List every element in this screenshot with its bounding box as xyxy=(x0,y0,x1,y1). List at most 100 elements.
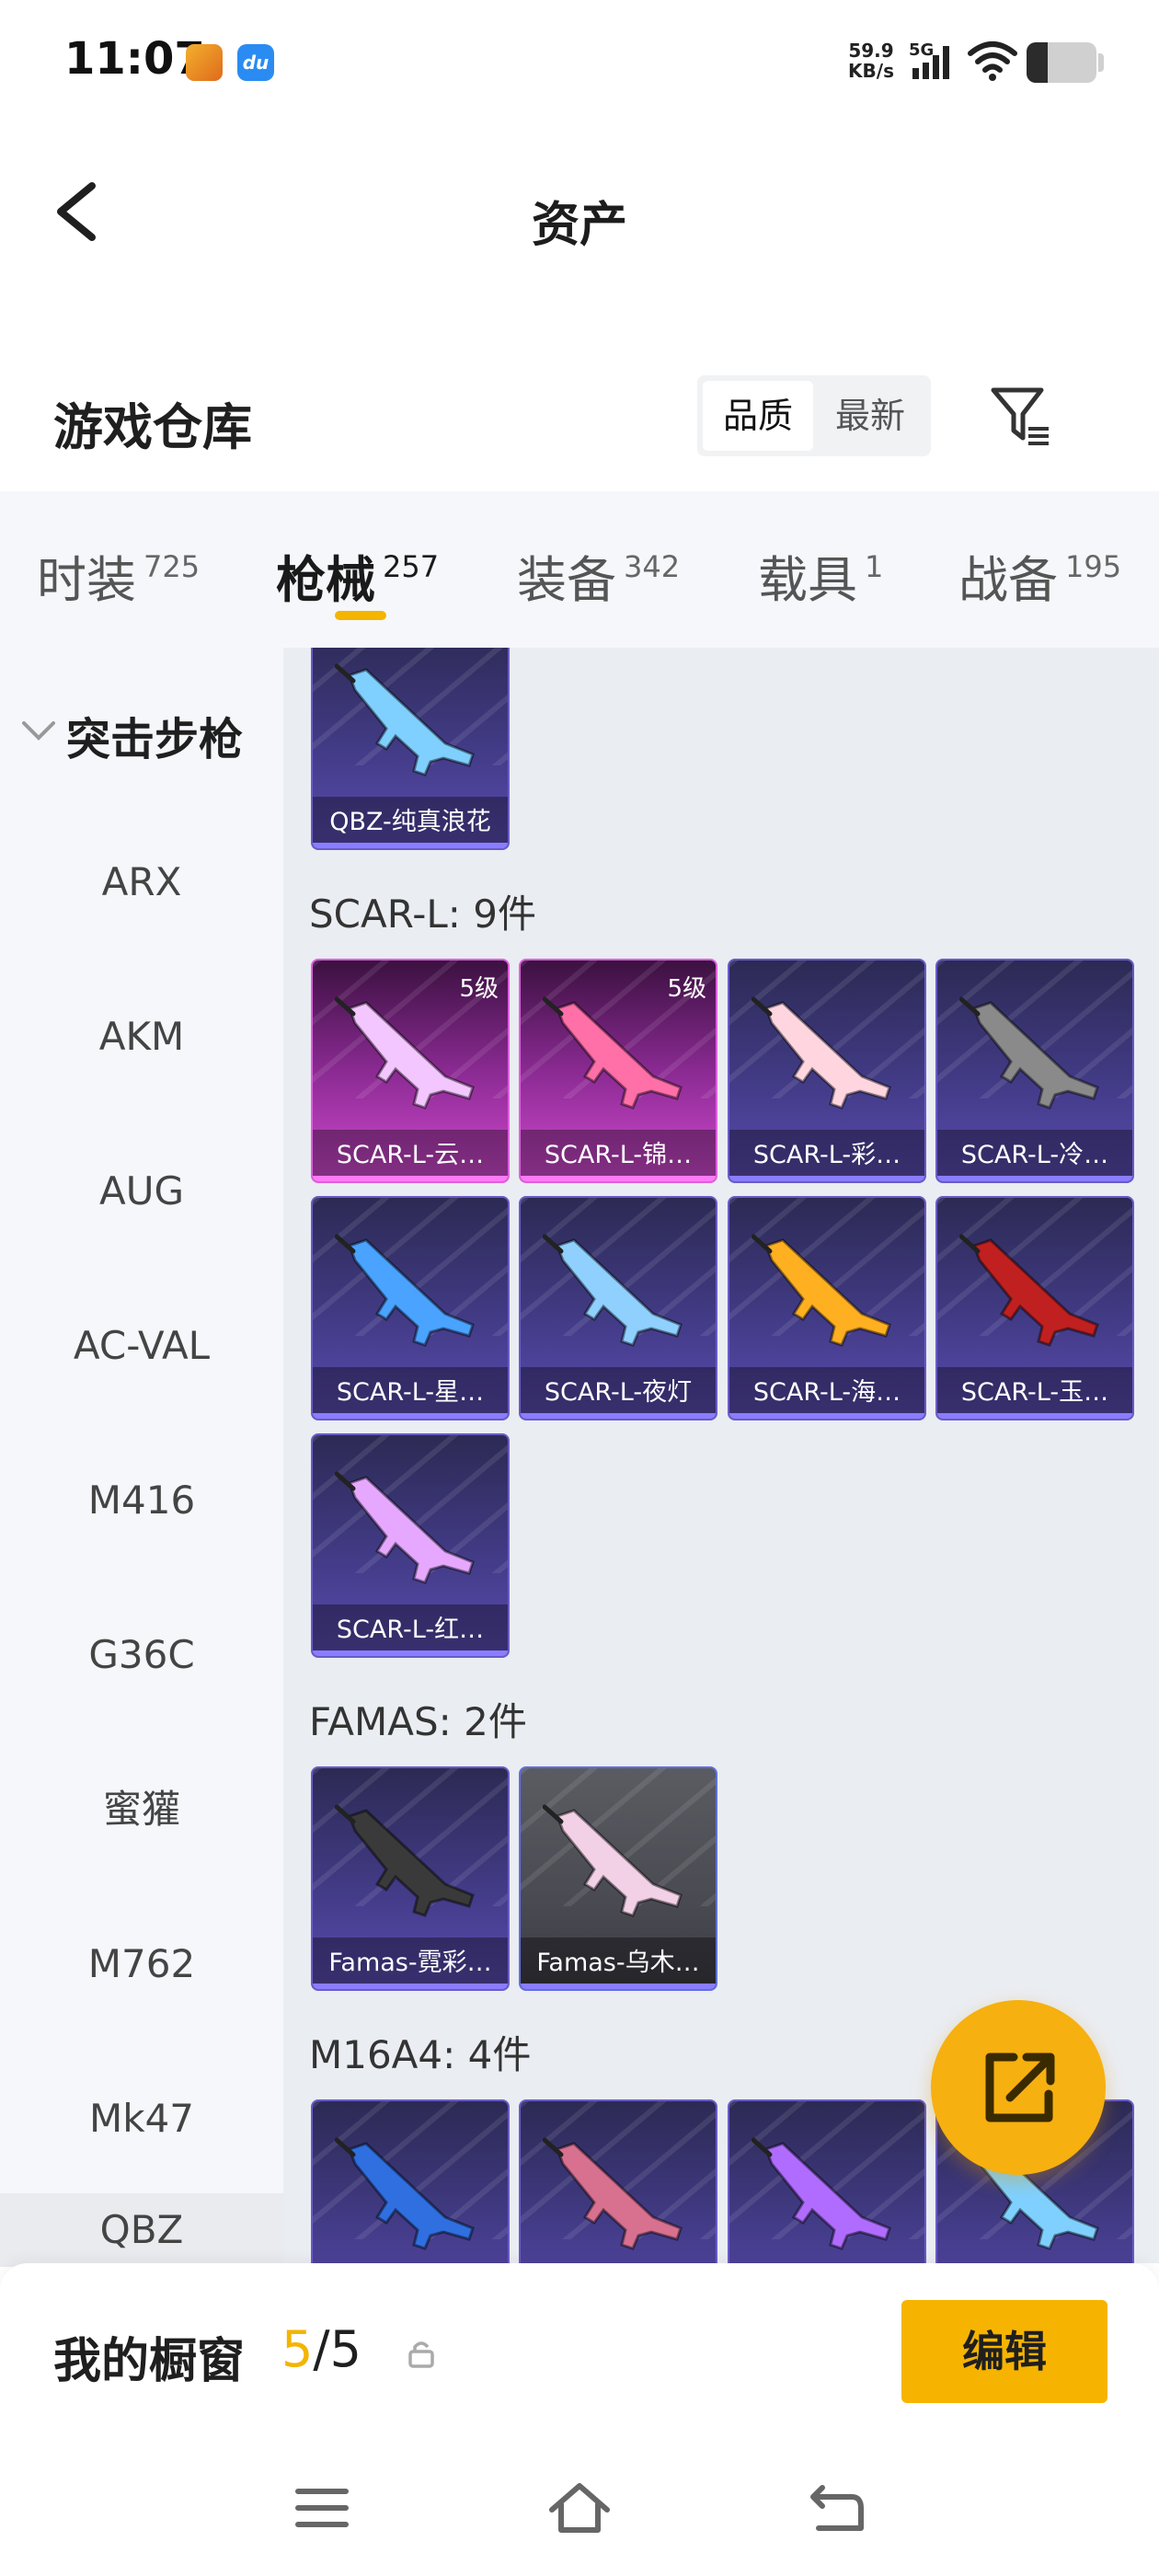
rarity-bar xyxy=(521,1413,716,1419)
tab-vehicles[interactable]: 载具 1 xyxy=(758,539,883,612)
sidebar-group-label: 突击步枪 xyxy=(66,714,244,765)
tab-supplies[interactable]: 战备 195 xyxy=(958,539,1121,612)
sidebar-item-akm[interactable]: AKM xyxy=(0,1000,283,1074)
sidebar-item-m416[interactable]: M416 xyxy=(0,1464,283,1537)
weapon-skin-card[interactable]: Famas-霓彩… xyxy=(311,1766,510,1991)
weapon-skin-card[interactable]: SCAR-L-夜灯 xyxy=(519,1196,717,1420)
edit-showcase-button[interactable]: 编辑 xyxy=(901,2300,1107,2403)
rarity-bar xyxy=(937,1413,1132,1419)
tab-count: 1 xyxy=(865,549,884,584)
weapon-skin-card[interactable]: SCAR-L-玉… xyxy=(935,1196,1134,1420)
home-button[interactable] xyxy=(543,2471,616,2545)
weapon-skin-card[interactable] xyxy=(311,2099,510,2263)
status-time: 11:07 xyxy=(64,33,205,85)
tab-label: 枪械 xyxy=(276,551,375,609)
rarity-bar xyxy=(729,1413,924,1419)
weapon-skin-card[interactable]: QBZ-纯真浪花 xyxy=(311,648,510,850)
tab-count: 257 xyxy=(383,549,440,584)
rifle-icon xyxy=(752,996,891,1110)
weapon-skin-card[interactable]: SCAR-L-彩… xyxy=(728,959,926,1183)
back-nav-button[interactable] xyxy=(800,2471,874,2545)
chevron-down-icon xyxy=(22,721,55,741)
rifle-icon xyxy=(335,1234,475,1347)
skin-name: SCAR-L-星… xyxy=(313,1367,508,1419)
tab-count: 342 xyxy=(624,549,681,584)
showcase-bar: 我的橱窗 5/5 编辑 xyxy=(0,2263,1159,2438)
sidebar-group-assault-rifles[interactable]: 突击步枪 xyxy=(0,694,283,767)
section-header: 游戏仓库 品质 最新 xyxy=(0,368,1159,488)
showcase-count: 5/5 xyxy=(281,2320,361,2378)
sidebar-item-honey-badger[interactable]: 蜜獾 xyxy=(0,1773,283,1846)
rifle-icon xyxy=(543,1234,683,1347)
weapon-category-sidebar: 突击步枪 ARX AKM AUG AC-VAL M416 G36C 蜜獾 M76… xyxy=(0,648,283,2267)
sidebar-item-arx[interactable]: ARX xyxy=(0,845,283,919)
group-title: FAMAS: 2件 xyxy=(309,1699,527,1744)
rifle-icon xyxy=(335,1471,475,1584)
sidebar-item-ac-val[interactable]: AC-VAL xyxy=(0,1309,283,1383)
system-navigation-bar xyxy=(0,2438,1159,2576)
rifle-icon xyxy=(335,663,475,776)
network-speed-unit: KB/s xyxy=(848,60,894,82)
rifle-icon xyxy=(752,2137,891,2250)
weapon-skin-card[interactable] xyxy=(519,2099,717,2263)
skin-name: Famas-霓彩… xyxy=(313,1938,508,1989)
tab-label: 载具 xyxy=(758,551,857,609)
rifle-icon xyxy=(959,996,1099,1110)
skin-name: SCAR-L-玉… xyxy=(937,1367,1132,1419)
share-external-icon xyxy=(985,2053,1055,2122)
asset-page: 11:07 du 59.9 KB/s 5G 资产 游戏仓库 品质 最新 时装 7… xyxy=(0,0,1159,2576)
filter-icon xyxy=(991,387,1049,445)
du-app-notification-icon: du xyxy=(237,44,274,81)
rarity-bar xyxy=(313,1984,508,1989)
sort-by-quality-button[interactable]: 品质 xyxy=(703,381,813,451)
weapon-skin-card[interactable]: SCAR-L-海… xyxy=(728,1196,926,1420)
rarity-bar xyxy=(313,843,508,848)
showcase-separator: / xyxy=(313,2320,330,2378)
rifle-icon xyxy=(543,1804,683,1917)
rarity-bar xyxy=(937,1176,1132,1181)
weapon-skin-card[interactable]: SCAR-L-红… xyxy=(311,1433,510,1658)
tab-fashion[interactable]: 时装 725 xyxy=(37,539,200,612)
page-title: 资产 xyxy=(531,198,627,253)
skin-name: QBZ-纯真浪花 xyxy=(313,797,508,848)
rarity-bar xyxy=(313,1176,508,1181)
skin-name: SCAR-L-彩… xyxy=(729,1130,924,1181)
active-tab-indicator xyxy=(335,611,386,620)
rifle-icon xyxy=(959,1234,1099,1347)
weapon-skin-card[interactable] xyxy=(728,2099,926,2263)
weapon-skin-card[interactable]: 5级 SCAR-L-云… xyxy=(311,959,510,1183)
tab-count: 195 xyxy=(1065,549,1122,584)
status-bar: 11:07 du 59.9 KB/s 5G xyxy=(0,0,1159,129)
sidebar-item-g36c[interactable]: G36C xyxy=(0,1618,283,1692)
recent-apps-button[interactable] xyxy=(285,2471,359,2545)
sidebar-item-m762[interactable]: M762 xyxy=(0,1927,283,2001)
tab-firearms[interactable]: 枪械 257 xyxy=(276,539,439,612)
tab-equipment[interactable]: 装备 342 xyxy=(517,539,680,612)
weapon-skin-card[interactable]: Famas-乌木… xyxy=(519,1766,717,1991)
sidebar-item-aug[interactable]: AUG xyxy=(0,1155,283,1228)
rarity-bar xyxy=(313,1650,508,1656)
showcase-current: 5 xyxy=(281,2320,314,2378)
skin-name: SCAR-L-海… xyxy=(729,1367,924,1419)
share-button[interactable] xyxy=(931,2000,1106,2175)
sidebar-item-mk47[interactable]: Mk47 xyxy=(0,2082,283,2156)
showcase-label: 我的橱窗 xyxy=(53,2334,246,2389)
filter-button[interactable] xyxy=(984,379,1058,453)
tab-label: 时装 xyxy=(37,551,136,609)
home-icon xyxy=(549,2483,610,2533)
game-app-notification-icon xyxy=(186,44,223,81)
network-type: 5G xyxy=(909,40,934,60)
skin-name: SCAR-L-锦… xyxy=(521,1130,716,1181)
sidebar-item-qbz[interactable]: QBZ xyxy=(0,2193,283,2267)
category-tabs: 时装 725 枪械 257 装备 342 载具 1 战备 195 xyxy=(0,491,1159,648)
skin-name: SCAR-L-云… xyxy=(313,1130,508,1181)
rifle-icon xyxy=(543,2137,683,2250)
title-bar: 资产 xyxy=(0,138,1159,285)
rarity-bar xyxy=(729,1176,924,1181)
weapon-skin-card[interactable]: SCAR-L-星… xyxy=(311,1196,510,1420)
weapon-skin-card[interactable]: 5级 SCAR-L-锦… xyxy=(519,959,717,1183)
network-speed-value: 59.9 xyxy=(848,40,894,62)
sort-by-latest-button[interactable]: 最新 xyxy=(815,381,925,451)
network-speed: 59.9 KB/s xyxy=(844,40,898,81)
weapon-skin-card[interactable]: SCAR-L-冷… xyxy=(935,959,1134,1183)
